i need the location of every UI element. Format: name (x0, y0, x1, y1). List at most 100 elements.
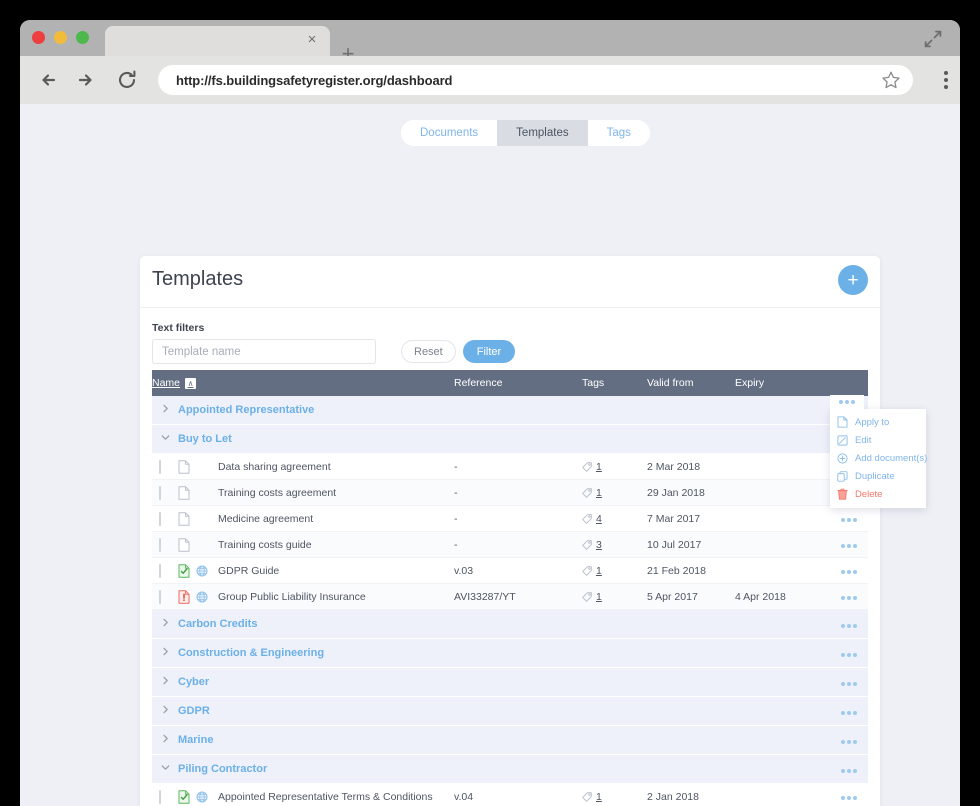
group-name[interactable]: GDPR (178, 705, 830, 717)
back-arrow-icon[interactable] (38, 69, 60, 91)
row-actions-button[interactable] (841, 595, 857, 600)
row-name[interactable]: Appointed Representative Terms & Conditi… (214, 791, 454, 803)
row-name[interactable]: Medicine agreement (214, 513, 454, 525)
chevron-right-icon[interactable] (152, 403, 178, 417)
table-row[interactable]: Group Public Liability Insurance AVI33287… (152, 584, 868, 610)
group-row[interactable]: Construction & Engineering (152, 639, 868, 668)
add-template-button[interactable]: + (838, 265, 868, 295)
close-window-button[interactable] (32, 31, 45, 44)
star-icon[interactable] (881, 70, 901, 90)
row-actions-button[interactable] (841, 624, 857, 628)
chevron-right-icon[interactable] (152, 675, 178, 689)
group-name[interactable]: Cyber (178, 676, 830, 688)
table-row[interactable]: Data sharing agreement - 1 2 Mar 2018 (152, 454, 868, 480)
minimize-window-button[interactable] (54, 31, 67, 44)
context-menu-trigger-dots[interactable] (830, 395, 864, 409)
column-header-reference[interactable]: Reference (454, 377, 582, 389)
group-name[interactable]: Marine (178, 734, 830, 746)
group-row[interactable]: Appointed Representative (152, 396, 868, 425)
chevron-down-icon[interactable] (152, 432, 178, 446)
column-header-tags[interactable]: Tags (582, 377, 647, 389)
row-actions-button[interactable] (841, 517, 857, 522)
row-name[interactable]: Training costs agreement (214, 487, 454, 499)
sort-ascending-icon[interactable]: ∧ (185, 377, 197, 389)
row-name[interactable]: Group Public Liability Insurance (214, 591, 454, 603)
group-row[interactable]: Piling Contractor (152, 755, 868, 784)
group-row[interactable]: Carbon Credits (152, 610, 868, 639)
group-row[interactable]: Cyber (152, 668, 868, 697)
row-checkbox[interactable] (159, 485, 161, 500)
kebab-menu-icon[interactable] (944, 71, 948, 89)
row-checkbox[interactable] (159, 563, 161, 578)
tab-tags[interactable]: Tags (587, 120, 650, 146)
chevron-down-icon[interactable] (152, 762, 178, 776)
context-menu-item-duplicate[interactable]: Duplicate (830, 467, 926, 485)
tab-documents[interactable]: Documents (401, 120, 498, 146)
row-name[interactable]: Training costs guide (214, 539, 454, 551)
document-icon (837, 416, 850, 428)
table-row[interactable]: Medicine agreement - 4 7 Mar 2017 (152, 506, 868, 532)
row-checkbox[interactable] (159, 789, 161, 804)
chevron-right-icon[interactable] (152, 617, 178, 631)
row-actions-button[interactable] (841, 795, 857, 800)
row-actions-button[interactable] (841, 769, 857, 773)
maximize-window-button[interactable] (76, 31, 89, 44)
row-checkbox[interactable] (159, 589, 161, 604)
group-row[interactable]: Buy to Let (152, 425, 868, 454)
tag-count-link[interactable]: 1 (596, 791, 602, 803)
group-name[interactable]: Carbon Credits (178, 618, 830, 630)
context-menu-item-apply-to[interactable]: Apply to (830, 413, 926, 431)
row-valid-from: 2 Jan 2018 (647, 790, 699, 803)
expand-arrows-icon[interactable] (924, 30, 942, 48)
template-name-input[interactable] (152, 339, 376, 364)
chevron-right-icon[interactable] (152, 704, 178, 718)
group-name[interactable]: Appointed Representative (178, 404, 830, 416)
column-header-expiry[interactable]: Expiry (735, 377, 830, 389)
table-body: Appointed Representative Buy to Let Data s… (152, 396, 868, 806)
context-menu-item-delete[interactable]: Delete (830, 485, 926, 503)
tag-count-link[interactable]: 4 (596, 513, 602, 525)
row-actions-button[interactable] (841, 740, 857, 744)
row-checkbox[interactable] (159, 459, 161, 474)
tag-count-link[interactable]: 3 (596, 539, 602, 551)
table-row[interactable]: GDPR Guide v.03 1 21 Feb 2018 (152, 558, 868, 584)
row-actions-button[interactable] (841, 653, 857, 657)
table-row[interactable]: Training costs agreement - 1 29 Jan 2018 (152, 480, 868, 506)
group-row[interactable]: Marine (152, 726, 868, 755)
row-actions-button[interactable] (841, 682, 857, 686)
column-header-name[interactable]: Name ∧ (152, 377, 454, 389)
group-name[interactable]: Buy to Let (178, 433, 830, 445)
tag-count-link[interactable]: 1 (596, 565, 602, 577)
table-row[interactable]: Appointed Representative Terms & Conditi… (152, 784, 868, 806)
tag-count-link[interactable]: 1 (596, 591, 602, 603)
browser-tab[interactable]: × (105, 26, 330, 56)
reset-button[interactable]: Reset (401, 340, 456, 363)
row-checkbox[interactable] (159, 537, 161, 552)
chevron-right-icon[interactable] (152, 733, 178, 747)
row-reference: v.03 (454, 564, 474, 577)
context-menu-item-add-document-s[interactable]: Add document(s) (830, 449, 927, 467)
close-tab-icon[interactable]: × (304, 32, 320, 48)
group-name[interactable]: Construction & Engineering (178, 647, 830, 659)
row-reference: v.04 (454, 790, 474, 803)
tag-count-link[interactable]: 1 (596, 487, 602, 499)
row-actions-button[interactable] (841, 543, 857, 548)
row-actions-button[interactable] (841, 711, 857, 715)
column-header-valid-from[interactable]: Valid from (647, 377, 735, 389)
row-name[interactable]: Data sharing agreement (214, 461, 454, 473)
reload-icon[interactable] (116, 69, 138, 91)
tag-count-link[interactable]: 1 (596, 461, 602, 473)
filter-button[interactable]: Filter (462, 340, 516, 363)
row-actions-button[interactable] (841, 569, 857, 574)
forward-arrow-icon[interactable] (74, 69, 96, 91)
chevron-right-icon[interactable] (152, 646, 178, 660)
row-name[interactable]: GDPR Guide (214, 565, 454, 577)
tab-templates[interactable]: Templates (497, 120, 588, 146)
url-input[interactable]: http://fs.buildingsafetyregister.org/das… (158, 65, 913, 95)
group-name[interactable]: Piling Contractor (178, 763, 830, 775)
context-menu-item-label: Delete (855, 488, 883, 500)
context-menu-item-edit[interactable]: Edit (830, 431, 926, 449)
group-row[interactable]: GDPR (152, 697, 868, 726)
table-row[interactable]: Training costs guide - 3 10 Jul 2017 (152, 532, 868, 558)
row-checkbox[interactable] (159, 511, 161, 526)
